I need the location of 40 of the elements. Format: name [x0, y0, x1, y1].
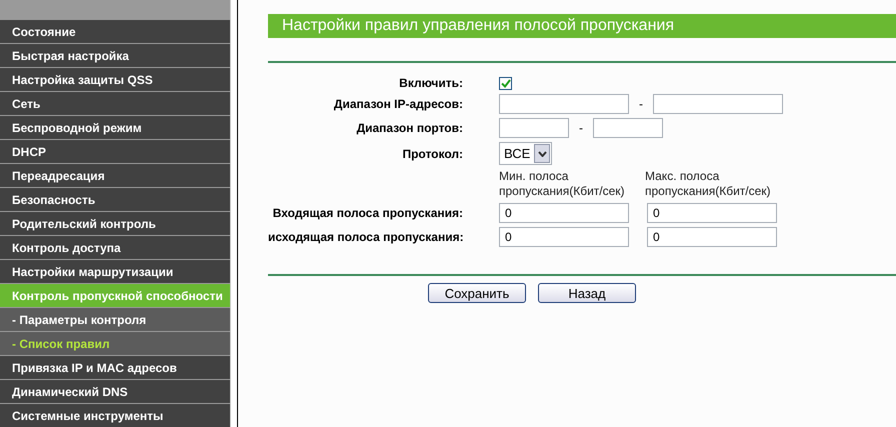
field-label: Входящая полоса пропускания:	[272, 206, 463, 220]
input-field[interactable]: 0	[499, 203, 629, 223]
field-label: Диапазон IP-адресов:	[332, 97, 463, 111]
sidebar-item[interactable]: DHCP	[0, 140, 230, 163]
sidebar-item[interactable]: Сеть	[0, 92, 230, 115]
sidebar-item[interactable]: Системные инструменты	[0, 404, 230, 427]
sidebar-item[interactable]: Беспроводной режим	[0, 116, 230, 139]
column-header: Макс. полоса пропускания(Кбит/сек)	[645, 169, 772, 199]
back-button[interactable]: Назад	[538, 283, 636, 303]
column-header: Мин. полоса пропускания(Кбит/сек)	[499, 169, 626, 199]
sidebar-item[interactable]: Безопасность	[0, 188, 230, 211]
input-field[interactable]	[499, 118, 569, 138]
sidebar-item[interactable]: Динамический DNS	[0, 380, 230, 403]
field-label: Диапазон портов:	[356, 121, 463, 135]
sidebar-item[interactable]: Быстрая настройка	[0, 44, 230, 67]
caret-icon	[534, 144, 550, 163]
protocol-dropdown[interactable]: ВСЕ	[499, 142, 552, 165]
input-field[interactable]	[653, 94, 783, 114]
sidebar-item[interactable]: - Параметры контроля	[0, 308, 230, 331]
save-button[interactable]: Сохранить	[428, 283, 526, 303]
input-field[interactable]	[499, 94, 629, 114]
field-label: исходящая полоса пропускания:	[268, 230, 463, 244]
sidebar-item[interactable]: - Список правил	[0, 332, 230, 355]
field-label: Протокол:	[401, 146, 463, 160]
field-label: Включить:	[398, 76, 463, 90]
range-dash: -	[579, 121, 583, 135]
sidebar-item[interactable]: Контроль доступа	[0, 236, 230, 259]
input-field[interactable]	[593, 118, 663, 138]
sidebar-item[interactable]: Настройка защиты QSS	[0, 68, 230, 91]
input-field[interactable]: 0	[647, 227, 777, 247]
sidebar-item[interactable]: Настройки маршрутизации	[0, 260, 230, 283]
enable-checkbox[interactable]	[499, 76, 512, 90]
sidebar-item[interactable]: Привязка IP и MAC адресов	[0, 356, 230, 379]
input-field[interactable]: 0	[499, 227, 629, 247]
sidebar-item[interactable]: Переадресация	[0, 164, 230, 187]
range-dash: -	[639, 97, 643, 111]
sidebar-item[interactable]: Родительский контроль	[0, 212, 230, 235]
input-field[interactable]: 0	[647, 203, 777, 223]
panel-title: Настройки правил управления полосой пропускания	[268, 14, 896, 38]
sidebar-item[interactable]: Состояние	[0, 20, 230, 43]
